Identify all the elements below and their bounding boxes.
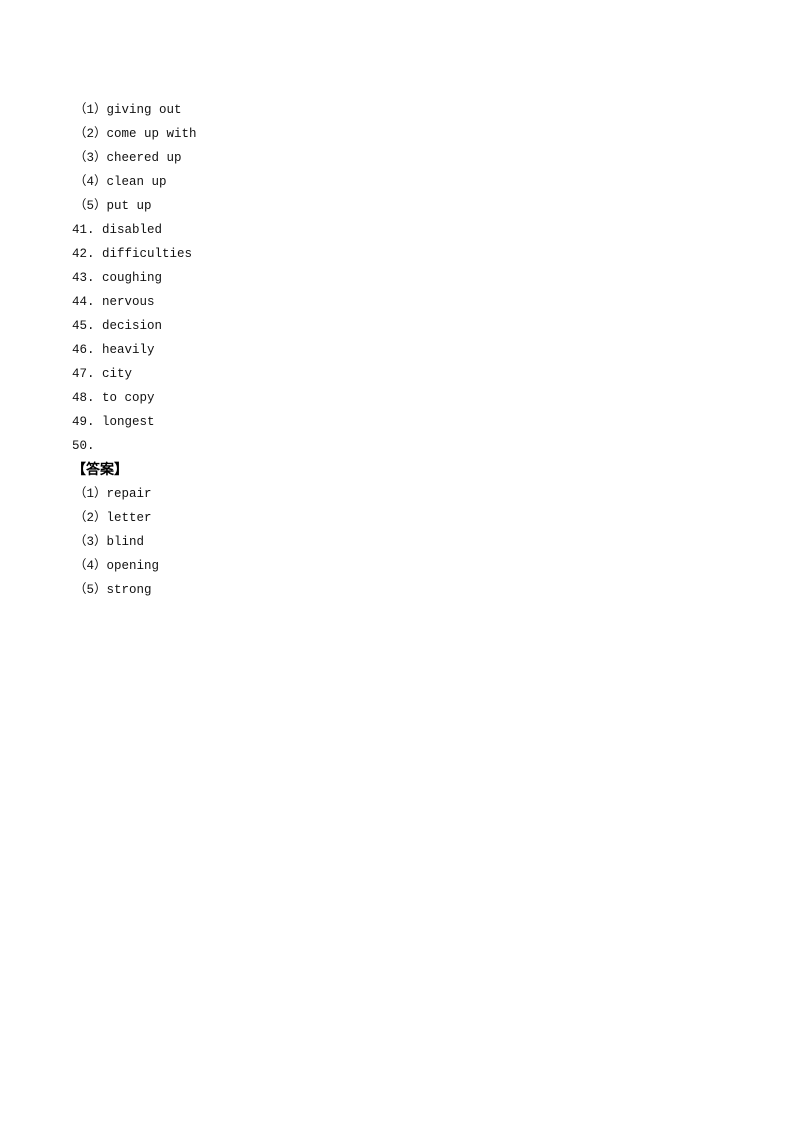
numbered-answer-49: 49. longest: [72, 415, 155, 429]
word-answer-2: （2）letter: [74, 511, 152, 525]
phrase-answer-4: （4）clean up: [74, 175, 167, 189]
numbered-answer-43: 43. coughing: [72, 271, 163, 285]
answer-list: （1）giving out （2）come up with （3）cheered…: [72, 101, 197, 605]
numbered-answer-44: 44. nervous: [72, 295, 155, 309]
document-page: （1）giving out （2）come up with （3）cheered…: [0, 0, 794, 1123]
numbered-answer-46: 46. heavily: [72, 343, 155, 357]
word-answer-3: （3）blind: [74, 535, 145, 549]
word-answer-1: （1）repair: [74, 487, 152, 501]
answer-heading: 【答案】: [72, 462, 128, 478]
numbered-answer-48: 48. to copy: [72, 391, 155, 405]
phrase-answer-5: （5）put up: [74, 199, 152, 213]
word-answer-5: （5）strong: [74, 583, 152, 597]
numbered-answer-41: 41. disabled: [72, 223, 163, 237]
numbered-answer-45: 45. decision: [72, 319, 163, 333]
word-answer-4: （4）opening: [74, 559, 160, 573]
phrase-answer-1: （1）giving out: [74, 103, 182, 117]
phrase-answer-3: （3）cheered up: [74, 151, 182, 165]
numbered-answer-50: 50.: [72, 439, 95, 453]
numbered-answer-47: 47. city: [72, 367, 133, 381]
numbered-answer-42: 42. difficulties: [72, 247, 193, 261]
phrase-answer-2: （2）come up with: [74, 127, 197, 141]
